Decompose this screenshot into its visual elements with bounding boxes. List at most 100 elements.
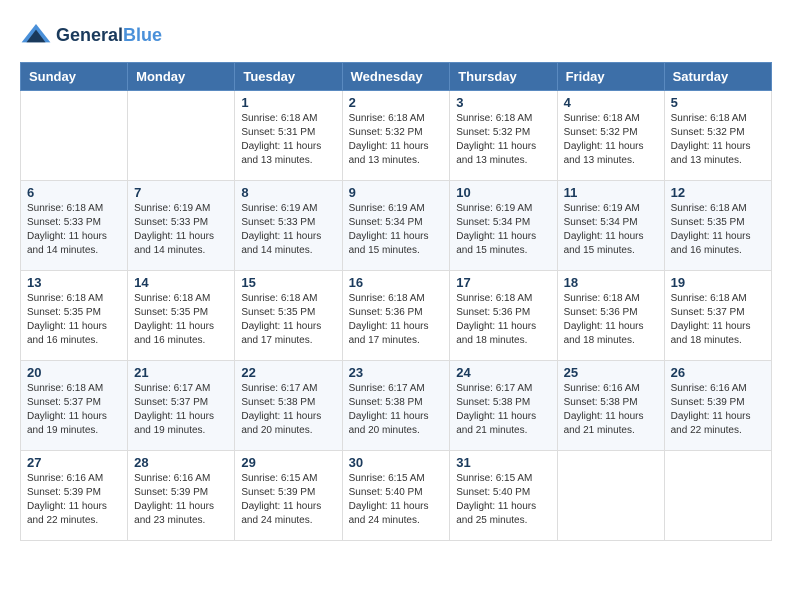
day-number: 6 <box>27 185 121 200</box>
day-number: 8 <box>241 185 335 200</box>
day-cell: 5Sunrise: 6:18 AM Sunset: 5:32 PM Daylig… <box>664 91 771 181</box>
day-number: 16 <box>349 275 444 290</box>
calendar-header: SundayMondayTuesdayWednesdayThursdayFrid… <box>21 63 772 91</box>
day-info: Sunrise: 6:16 AM Sunset: 5:39 PM Dayligh… <box>27 472 121 528</box>
day-number: 22 <box>241 365 335 380</box>
day-info: Sunrise: 6:18 AM Sunset: 5:32 PM Dayligh… <box>564 112 658 168</box>
day-info: Sunrise: 6:16 AM Sunset: 5:39 PM Dayligh… <box>134 472 228 528</box>
week-row-4: 20 Sunrise: 6:18 AM Sunset: 5:37 PM Dayli… <box>21 361 772 451</box>
day-info: Sunrise: 6:18 AM Sunset: 5:32 PM Dayligh… <box>671 112 765 168</box>
day-cell <box>664 451 771 541</box>
day-number: 28 <box>134 455 228 470</box>
day-number: 14 <box>134 275 228 290</box>
day-info: Sunrise: 6:19 AM Sunset: 5:33 PM Dayligh… <box>134 202 228 258</box>
day-number: 1 <box>241 95 335 110</box>
day-cell: 14 Sunrise: 6:18 AM Sunset: 5:35 PM Dayli… <box>128 271 235 361</box>
day-cell: 2 Sunrise: 6:18 AM Sunset: 5:32 PM Daylig… <box>342 91 450 181</box>
day-number: 30 <box>349 455 444 470</box>
day-info: Sunrise: 6:15 AM Sunset: 5:39 PM Dayligh… <box>241 472 335 528</box>
column-header-thursday: Thursday <box>450 63 557 91</box>
day-cell: 6Sunrise: 6:18 AM Sunset: 5:33 PM Daylig… <box>21 181 128 271</box>
day-number: 3 <box>456 95 550 110</box>
day-info: Sunrise: 6:18 AM Sunset: 5:37 PM Dayligh… <box>27 382 121 438</box>
week-row-3: 13 Sunrise: 6:18 AM Sunset: 5:35 PM Dayli… <box>21 271 772 361</box>
day-info: Sunrise: 6:18 AM Sunset: 5:36 PM Dayligh… <box>564 292 658 348</box>
day-number: 13 <box>27 275 121 290</box>
day-info: Sunrise: 6:18 AM Sunset: 5:35 PM Dayligh… <box>27 292 121 348</box>
day-info: Sunrise: 6:18 AM Sunset: 5:35 PM Dayligh… <box>134 292 228 348</box>
logo: GeneralBlue <box>20 20 162 52</box>
day-number: 20 <box>27 365 121 380</box>
column-header-saturday: Saturday <box>664 63 771 91</box>
day-info: Sunrise: 6:17 AM Sunset: 5:38 PM Dayligh… <box>456 382 550 438</box>
day-cell: 28 Sunrise: 6:16 AM Sunset: 5:39 PM Dayli… <box>128 451 235 541</box>
day-cell: 12 Sunrise: 6:18 AM Sunset: 5:35 PM Dayli… <box>664 181 771 271</box>
day-cell: 26Sunrise: 6:16 AM Sunset: 5:39 PM Dayli… <box>664 361 771 451</box>
day-cell: 15Sunrise: 6:18 AM Sunset: 5:35 PM Dayli… <box>235 271 342 361</box>
column-header-wednesday: Wednesday <box>342 63 450 91</box>
day-number: 15 <box>241 275 335 290</box>
page-header: GeneralBlue <box>20 20 772 52</box>
day-cell <box>21 91 128 181</box>
day-cell: 25 Sunrise: 6:16 AM Sunset: 5:38 PM Dayli… <box>557 361 664 451</box>
day-cell: 13 Sunrise: 6:18 AM Sunset: 5:35 PM Dayli… <box>21 271 128 361</box>
day-info: Sunrise: 6:15 AM Sunset: 5:40 PM Dayligh… <box>456 472 550 528</box>
day-info: Sunrise: 6:18 AM Sunset: 5:32 PM Dayligh… <box>349 112 444 168</box>
day-info: Sunrise: 6:19 AM Sunset: 5:34 PM Dayligh… <box>349 202 444 258</box>
day-number: 9 <box>349 185 444 200</box>
day-cell: 27Sunrise: 6:16 AM Sunset: 5:39 PM Dayli… <box>21 451 128 541</box>
day-number: 31 <box>456 455 550 470</box>
day-number: 19 <box>671 275 765 290</box>
day-cell <box>128 91 235 181</box>
day-number: 11 <box>564 185 658 200</box>
day-number: 29 <box>241 455 335 470</box>
day-cell: 3Sunrise: 6:18 AM Sunset: 5:32 PM Daylig… <box>450 91 557 181</box>
day-info: Sunrise: 6:15 AM Sunset: 5:40 PM Dayligh… <box>349 472 444 528</box>
day-info: Sunrise: 6:18 AM Sunset: 5:36 PM Dayligh… <box>456 292 550 348</box>
day-cell: 29 Sunrise: 6:15 AM Sunset: 5:39 PM Dayli… <box>235 451 342 541</box>
day-number: 26 <box>671 365 765 380</box>
day-number: 21 <box>134 365 228 380</box>
day-number: 25 <box>564 365 658 380</box>
day-number: 2 <box>349 95 444 110</box>
week-row-5: 27Sunrise: 6:16 AM Sunset: 5:39 PM Dayli… <box>21 451 772 541</box>
day-cell <box>557 451 664 541</box>
day-info: Sunrise: 6:18 AM Sunset: 5:35 PM Dayligh… <box>671 202 765 258</box>
day-info: Sunrise: 6:19 AM Sunset: 5:33 PM Dayligh… <box>241 202 335 258</box>
column-header-sunday: Sunday <box>21 63 128 91</box>
logo-text: GeneralBlue <box>56 26 162 46</box>
day-cell: 21 Sunrise: 6:17 AM Sunset: 5:37 PM Dayli… <box>128 361 235 451</box>
day-cell: 4Sunrise: 6:18 AM Sunset: 5:32 PM Daylig… <box>557 91 664 181</box>
day-info: Sunrise: 6:16 AM Sunset: 5:38 PM Dayligh… <box>564 382 658 438</box>
day-cell: 31 Sunrise: 6:15 AM Sunset: 5:40 PM Dayli… <box>450 451 557 541</box>
day-number: 23 <box>349 365 444 380</box>
day-cell: 9 Sunrise: 6:19 AM Sunset: 5:34 PM Daylig… <box>342 181 450 271</box>
logo-icon <box>20 20 52 52</box>
day-info: Sunrise: 6:17 AM Sunset: 5:38 PM Dayligh… <box>241 382 335 438</box>
day-info: Sunrise: 6:17 AM Sunset: 5:38 PM Dayligh… <box>349 382 444 438</box>
day-number: 12 <box>671 185 765 200</box>
header-row: SundayMondayTuesdayWednesdayThursdayFrid… <box>21 63 772 91</box>
day-cell: 24 Sunrise: 6:17 AM Sunset: 5:38 PM Dayli… <box>450 361 557 451</box>
day-cell: 18 Sunrise: 6:18 AM Sunset: 5:36 PM Dayli… <box>557 271 664 361</box>
day-cell: 10Sunrise: 6:19 AM Sunset: 5:34 PM Dayli… <box>450 181 557 271</box>
day-cell: 7 Sunrise: 6:19 AM Sunset: 5:33 PM Daylig… <box>128 181 235 271</box>
day-cell: 23 Sunrise: 6:17 AM Sunset: 5:38 PM Dayli… <box>342 361 450 451</box>
day-cell: 20 Sunrise: 6:18 AM Sunset: 5:37 PM Dayli… <box>21 361 128 451</box>
day-cell: 11 Sunrise: 6:19 AM Sunset: 5:34 PM Dayli… <box>557 181 664 271</box>
day-number: 24 <box>456 365 550 380</box>
day-info: Sunrise: 6:18 AM Sunset: 5:31 PM Dayligh… <box>241 112 335 168</box>
day-info: Sunrise: 6:18 AM Sunset: 5:37 PM Dayligh… <box>671 292 765 348</box>
day-number: 18 <box>564 275 658 290</box>
calendar-body: 1 Sunrise: 6:18 AM Sunset: 5:31 PM Daylig… <box>21 91 772 541</box>
day-cell: 19 Sunrise: 6:18 AM Sunset: 5:37 PM Dayli… <box>664 271 771 361</box>
column-header-friday: Friday <box>557 63 664 91</box>
day-info: Sunrise: 6:17 AM Sunset: 5:37 PM Dayligh… <box>134 382 228 438</box>
day-cell: 16Sunrise: 6:18 AM Sunset: 5:36 PM Dayli… <box>342 271 450 361</box>
day-number: 7 <box>134 185 228 200</box>
day-info: Sunrise: 6:19 AM Sunset: 5:34 PM Dayligh… <box>564 202 658 258</box>
week-row-1: 1 Sunrise: 6:18 AM Sunset: 5:31 PM Daylig… <box>21 91 772 181</box>
day-info: Sunrise: 6:19 AM Sunset: 5:34 PM Dayligh… <box>456 202 550 258</box>
day-cell: 22 Sunrise: 6:17 AM Sunset: 5:38 PM Dayli… <box>235 361 342 451</box>
week-row-2: 6Sunrise: 6:18 AM Sunset: 5:33 PM Daylig… <box>21 181 772 271</box>
